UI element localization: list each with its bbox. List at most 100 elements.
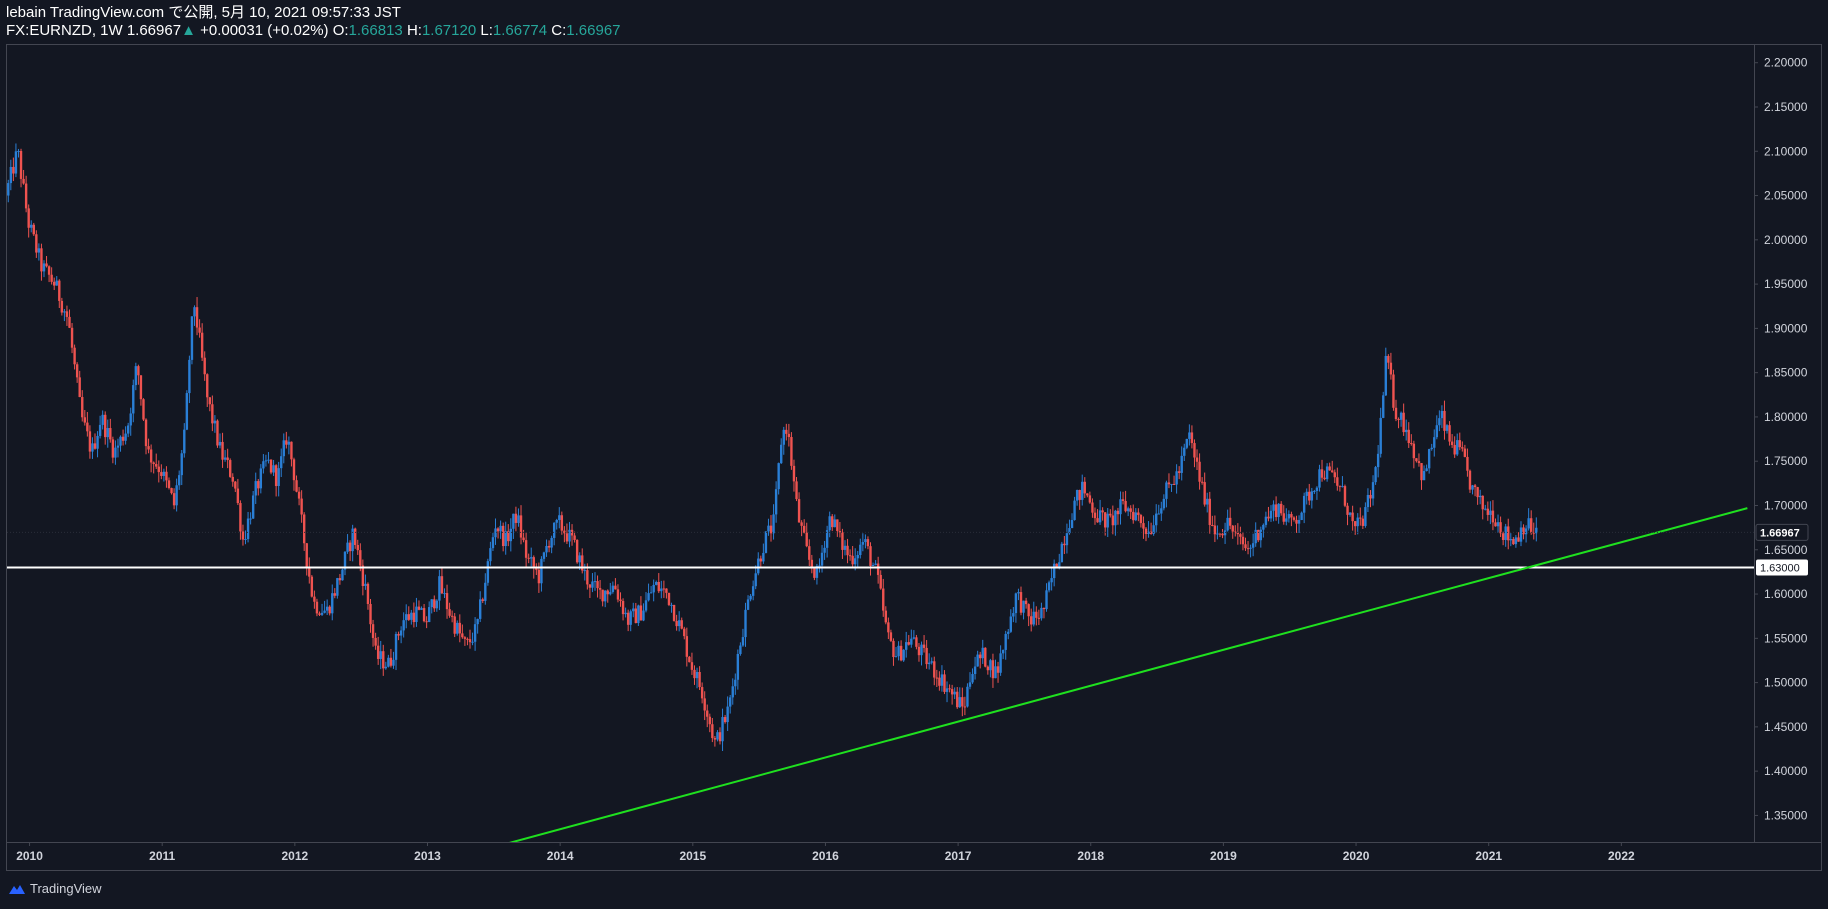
candle-down xyxy=(1035,611,1038,618)
candle-up xyxy=(1052,563,1056,579)
candle-up xyxy=(1422,471,1426,481)
candle-down xyxy=(601,589,604,602)
candle-up xyxy=(583,570,586,572)
x-tick-label: 2017 xyxy=(945,849,972,863)
candle-down xyxy=(836,519,839,532)
candle-down xyxy=(468,639,472,643)
candle-down xyxy=(81,397,84,418)
candle-down xyxy=(1267,516,1270,519)
candle-up xyxy=(1478,495,1482,498)
candle-down xyxy=(302,514,306,544)
candlestick-chart[interactable]: 2.20000 2.15000 2.10000 2.05000 2.00000 1.950… xyxy=(0,0,1828,909)
candle-up xyxy=(1065,533,1069,546)
candle-down xyxy=(448,609,451,616)
candle-down xyxy=(1507,526,1510,541)
candle-up xyxy=(552,522,556,538)
candle-down xyxy=(866,539,870,547)
candle-up xyxy=(1180,455,1183,473)
candle-up xyxy=(1262,524,1265,530)
candle-down xyxy=(83,417,87,423)
candle-up xyxy=(1425,468,1428,472)
candle-down xyxy=(157,466,160,473)
ascending-trendline[interactable] xyxy=(496,507,1748,846)
candle-up xyxy=(1007,631,1010,634)
candle-down xyxy=(206,374,209,398)
candle-down xyxy=(1203,482,1206,505)
candle-up xyxy=(1223,530,1227,536)
candle-down xyxy=(369,603,372,625)
candle-down xyxy=(221,441,224,460)
candle-down xyxy=(425,621,428,623)
candle-down xyxy=(310,576,314,597)
candle-up xyxy=(1445,425,1449,431)
candle-up xyxy=(624,612,627,615)
candle-down xyxy=(152,462,155,465)
candle-up xyxy=(177,475,181,486)
candle-up xyxy=(859,544,862,556)
candle-up xyxy=(670,604,673,606)
candle-up xyxy=(1440,410,1444,419)
candle-down xyxy=(1450,441,1454,445)
candle-up xyxy=(384,666,388,669)
candle-down xyxy=(639,605,643,621)
candle-up xyxy=(1249,547,1252,549)
candle-down xyxy=(422,608,426,622)
x-tick-label: 2020 xyxy=(1343,849,1370,863)
candle-down xyxy=(356,545,359,551)
candle-up xyxy=(981,647,984,659)
candle-up xyxy=(114,447,117,458)
candle-down xyxy=(527,557,530,559)
candle-down xyxy=(813,567,816,578)
candle-down xyxy=(1218,533,1222,535)
candle-down xyxy=(790,437,793,466)
y-tick-label: 1.90000 xyxy=(1764,321,1808,335)
candle-up xyxy=(818,565,821,567)
candle-down xyxy=(65,311,69,317)
x-tick-label: 2021 xyxy=(1475,849,1502,863)
candle-up xyxy=(489,548,492,562)
candle-up xyxy=(999,653,1002,673)
candle-up xyxy=(9,166,13,184)
candle-down xyxy=(450,615,454,617)
x-tick-label: 2018 xyxy=(1077,849,1104,863)
candle-down xyxy=(371,624,375,638)
candle-down xyxy=(35,234,38,253)
candle-up xyxy=(1126,508,1130,512)
candle-down xyxy=(1103,512,1107,528)
candle-up xyxy=(410,612,413,620)
candle-down xyxy=(1290,514,1293,518)
candle-up xyxy=(1162,498,1166,509)
candle-up xyxy=(509,528,513,542)
candle-up xyxy=(591,581,594,588)
candle-up xyxy=(754,573,757,587)
candle-up xyxy=(1433,437,1436,448)
candle-down xyxy=(300,498,303,515)
candle-down xyxy=(706,710,709,717)
candle-down xyxy=(800,522,803,526)
candle-up xyxy=(1009,616,1013,632)
candle-down xyxy=(621,600,625,615)
candle-down xyxy=(274,465,278,487)
candle-down xyxy=(297,491,301,499)
candle-down xyxy=(899,645,903,661)
y-tick-label: 2.15000 xyxy=(1764,100,1808,114)
candle-down xyxy=(285,440,288,445)
candle-down xyxy=(1083,481,1086,494)
candle-up xyxy=(741,637,745,646)
candle-up xyxy=(1519,527,1523,542)
candle-down xyxy=(27,208,30,228)
candle-down xyxy=(407,614,410,620)
candle-down xyxy=(938,677,941,686)
candle-down xyxy=(547,545,551,548)
tradingview-footer[interactable]: TradingView xyxy=(6,881,102,896)
candle-down xyxy=(700,687,704,699)
candle-up xyxy=(966,686,969,707)
candle-up xyxy=(1014,593,1018,614)
candle-down xyxy=(142,399,145,420)
candle-down xyxy=(1144,528,1148,534)
candle-up xyxy=(973,666,977,675)
candle-up xyxy=(726,706,729,723)
candle-down xyxy=(1211,524,1214,526)
candle-down xyxy=(1466,456,1469,471)
candle-down xyxy=(925,647,928,665)
